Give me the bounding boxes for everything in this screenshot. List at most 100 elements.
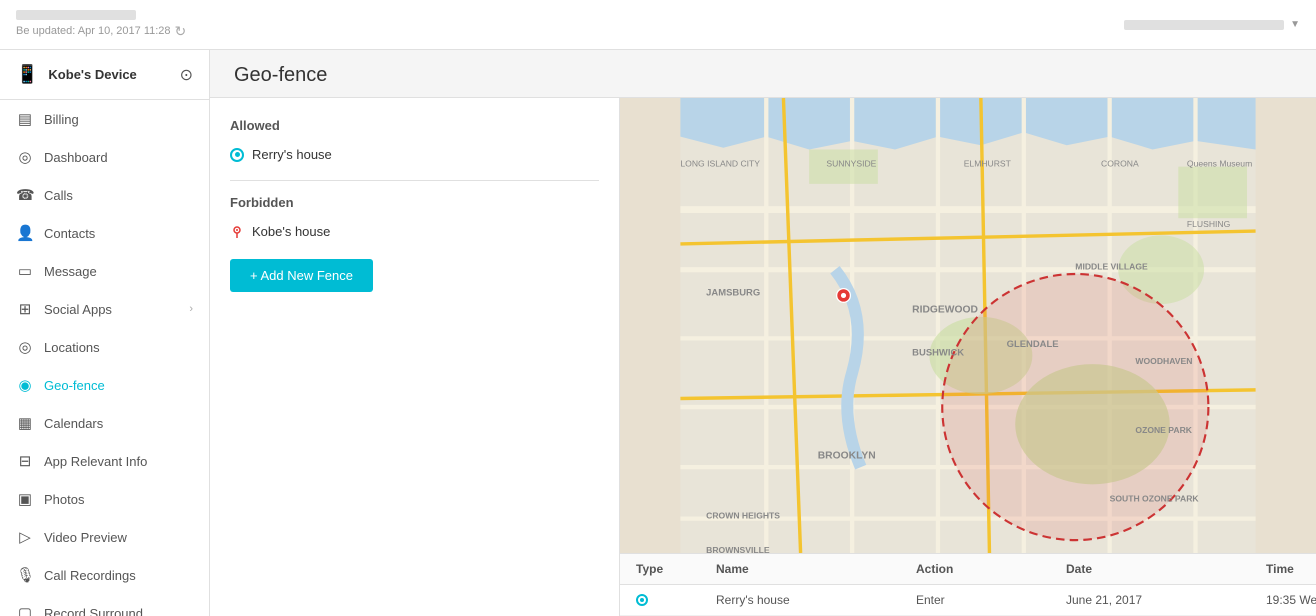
sidebar-item-dashboard-left: ◎ Dashboard <box>16 148 108 166</box>
locations-icon: ◎ <box>16 338 34 356</box>
device-icon: 📱 <box>16 64 38 85</box>
forbidden-fence-item-0: Kobe's house <box>230 220 599 243</box>
allowed-section-title: Allowed <box>230 118 599 133</box>
svg-text:LONG ISLAND CITY: LONG ISLAND CITY <box>680 159 760 169</box>
account-label <box>16 10 136 20</box>
sidebar-item-photos[interactable]: ▣ Photos <box>0 480 209 518</box>
sidebar-item-locations[interactable]: ◎ Locations <box>0 328 209 366</box>
sidebar-item-calendars-left: ▦ Calendars <box>16 414 103 432</box>
calls-icon: ☎ <box>16 186 34 204</box>
sidebar-item-social-apps[interactable]: ⊞ Social Apps › <box>0 290 209 328</box>
table-cell-name-0: Rerry's house <box>716 593 916 607</box>
map-svg: JAMSBURG BROOKLYN BUSHWICK RIDGEWOOD GLE… <box>620 98 1316 553</box>
forbidden-fence-icon <box>230 225 244 239</box>
page-title: Geo-fence <box>234 64 1292 87</box>
sidebar-item-video-preview[interactable]: ▷ Video Preview <box>0 518 209 556</box>
sidebar-item-geo-fence[interactable]: ◉ Geo-fence <box>0 366 209 404</box>
sidebar: 📱 Kobe's Device ⊙ ▤ Billing ◎ Dashboard … <box>0 50 210 616</box>
sidebar-item-call-rec-label: Call Recordings <box>44 568 136 583</box>
call-recordings-icon: 🎙 <box>16 566 34 584</box>
top-bar-left: Be updated: Apr 10, 2017 11:28 ↻ <box>16 10 186 40</box>
table-header: Type Name Action Date Time <box>620 554 1316 585</box>
sidebar-item-calls-left: ☎ Calls <box>16 186 73 204</box>
sidebar-item-record-surround-left: ▢ Record Surround <box>16 604 143 616</box>
table-header-type: Type <box>636 562 716 576</box>
dashboard-icon: ◎ <box>16 148 34 166</box>
sidebar-item-message[interactable]: ▭ Message <box>0 252 209 290</box>
device-name: Kobe's Device <box>48 67 136 82</box>
clock-icon: ⊙ <box>180 65 193 85</box>
table-cell-action-0: Enter <box>916 593 1066 607</box>
sidebar-item-billing[interactable]: ▤ Billing <box>0 100 209 138</box>
svg-text:BROOKLYN: BROOKLYN <box>818 451 876 462</box>
svg-text:SUNNYSIDE: SUNNYSIDE <box>826 159 876 169</box>
top-bar-account-info <box>1124 20 1284 30</box>
contacts-icon: 👤 <box>16 224 34 242</box>
last-updated-text: Be updated: Apr 10, 2017 11:28 <box>16 25 171 37</box>
message-icon: ▭ <box>16 262 34 280</box>
sidebar-item-dashboard-label: Dashboard <box>44 150 108 165</box>
allowed-fence-item-0: Rerry's house <box>230 143 599 166</box>
table-header-time: Time <box>1266 562 1316 576</box>
sidebar-item-call-recordings[interactable]: 🎙 Call Recordings <box>0 556 209 594</box>
sidebar-item-call-rec-left: 🎙 Call Recordings <box>16 566 136 584</box>
svg-text:JAMSBURG: JAMSBURG <box>706 287 760 298</box>
bottom-table: Type Name Action Date Time Rerry's house… <box>620 553 1316 616</box>
content-body: Allowed Rerry's house Forbidden <box>210 98 1316 616</box>
sidebar-item-calls-label: Calls <box>44 188 73 203</box>
sidebar-item-calls[interactable]: ☎ Calls <box>0 176 209 214</box>
last-updated: Be updated: Apr 10, 2017 11:28 ↻ <box>16 23 186 40</box>
top-bar: Be updated: Apr 10, 2017 11:28 ↻ ▼ <box>0 0 1316 50</box>
svg-text:SOUTH OZONE PARK: SOUTH OZONE PARK <box>1110 493 1200 503</box>
sidebar-item-contacts-left: 👤 Contacts <box>16 224 95 242</box>
svg-text:GLENDALE: GLENDALE <box>1007 339 1059 350</box>
svg-text:CORONA: CORONA <box>1101 159 1139 169</box>
page-header: Geo-fence <box>210 50 1316 98</box>
chevron-down-icon[interactable]: ▼ <box>1290 19 1300 30</box>
chevron-right-icon: › <box>189 303 193 315</box>
table-cell-type-0 <box>636 594 716 606</box>
top-bar-right: ▼ <box>1124 19 1300 30</box>
sidebar-item-photos-label: Photos <box>44 492 84 507</box>
table-header-name: Name <box>716 562 916 576</box>
main-layout: 📱 Kobe's Device ⊙ ▤ Billing ◎ Dashboard … <box>0 50 1316 616</box>
allowed-fence-name-0: Rerry's house <box>252 147 332 162</box>
sidebar-item-message-left: ▭ Message <box>16 262 97 280</box>
sidebar-device: 📱 Kobe's Device ⊙ <box>0 50 209 100</box>
record-surround-icon: ▢ <box>16 604 34 616</box>
billing-icon: ▤ <box>16 110 34 128</box>
sidebar-item-video-left: ▷ Video Preview <box>16 528 127 546</box>
sidebar-item-billing-label: Billing <box>44 112 79 127</box>
calendars-icon: ▦ <box>16 414 34 432</box>
svg-text:BROWNSVILLE: BROWNSVILLE <box>706 545 770 553</box>
svg-text:WOODHAVEN: WOODHAVEN <box>1135 356 1192 366</box>
left-panel: Allowed Rerry's house Forbidden <box>210 98 620 616</box>
add-fence-button[interactable]: + Add New Fence <box>230 259 373 292</box>
photos-icon: ▣ <box>16 490 34 508</box>
sidebar-item-calendars[interactable]: ▦ Calendars <box>0 404 209 442</box>
svg-text:FLUSHING: FLUSHING <box>1187 219 1231 229</box>
sidebar-item-geo-fence-left: ◉ Geo-fence <box>16 376 105 394</box>
sidebar-item-app-relevant-label: App Relevant Info <box>44 454 147 469</box>
sidebar-item-video-label: Video Preview <box>44 530 127 545</box>
sidebar-item-app-relevant-left: ⊟ App Relevant Info <box>16 452 147 470</box>
sidebar-item-app-relevant[interactable]: ⊟ App Relevant Info <box>0 442 209 480</box>
svg-text:CROWN HEIGHTS: CROWN HEIGHTS <box>706 511 780 521</box>
sidebar-item-contacts-label: Contacts <box>44 226 95 241</box>
sidebar-item-calendars-label: Calendars <box>44 416 103 431</box>
svg-text:RIDGEWOOD: RIDGEWOOD <box>912 305 978 316</box>
table-cell-date-0: June 21, 2017 <box>1066 593 1266 607</box>
map-container[interactable]: JAMSBURG BROOKLYN BUSHWICK RIDGEWOOD GLE… <box>620 98 1316 553</box>
sidebar-item-contacts[interactable]: 👤 Contacts <box>0 214 209 252</box>
sidebar-item-record-surround[interactable]: ▢ Record Surround <box>0 594 209 616</box>
forbidden-section-title: Forbidden <box>230 195 599 210</box>
sidebar-device-left: 📱 Kobe's Device <box>16 64 137 85</box>
sidebar-item-billing-left: ▤ Billing <box>16 110 79 128</box>
sidebar-item-social-left: ⊞ Social Apps <box>16 300 112 318</box>
type-dot-icon <box>636 594 648 606</box>
refresh-icon[interactable]: ↻ <box>175 23 187 40</box>
allowed-fence-icon <box>230 148 244 162</box>
social-apps-icon: ⊞ <box>16 300 34 318</box>
sidebar-item-locations-left: ◎ Locations <box>16 338 100 356</box>
sidebar-item-dashboard[interactable]: ◎ Dashboard <box>0 138 209 176</box>
